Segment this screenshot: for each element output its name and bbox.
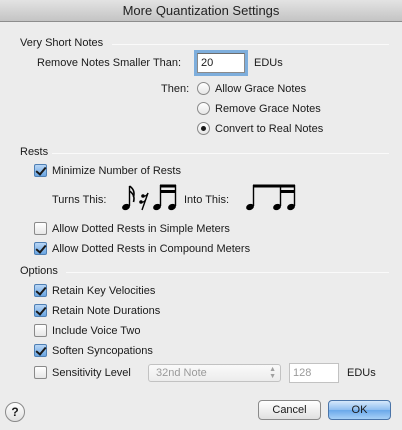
section-divider [66,272,389,273]
section-label-short-notes: Very Short Notes [20,37,104,49]
label-sensitivity[interactable]: Sensitivity Level [52,367,131,379]
label-dotted-simple[interactable]: Allow Dotted Rests in Simple Meters [52,223,230,235]
section-label-rests: Rests [20,146,49,158]
cancel-button[interactable]: Cancel [258,400,321,420]
sensitivity-select-value: 32nd Note [156,367,207,379]
sensitivity-edu-unit: EDUs [347,367,376,379]
checkbox-dotted-simple[interactable] [34,222,47,235]
label-minimize-rests[interactable]: Minimize Number of Rests [52,165,181,177]
checkbox-minimize-rests[interactable] [34,164,47,177]
into-this-label: Into This: [184,194,230,206]
radio-remove-grace-notes[interactable] [197,102,210,115]
remove-notes-label: Remove Notes Smaller Than: [37,57,182,69]
section-divider [52,153,389,154]
checkbox-dotted-compound[interactable] [34,242,47,255]
updown-arrows-icon: ▲ ▼ [269,366,276,380]
sensitivity-edu-input[interactable]: 128 [289,363,339,383]
label-voice-two[interactable]: Include Voice Two [52,325,140,337]
help-button[interactable]: ? [5,402,25,422]
radio-label-convert-real[interactable]: Convert to Real Notes [215,123,323,135]
radio-convert-real-notes[interactable] [197,122,210,135]
radio-label-remove-grace[interactable]: Remove Grace Notes [215,103,321,115]
window-title: More Quantization Settings [0,0,402,22]
label-soften-syncopations[interactable]: Soften Syncopations [52,345,153,357]
turns-this-label: Turns This: [52,194,107,206]
radio-allow-grace-notes[interactable] [197,82,210,95]
checkbox-retain-velocities[interactable] [34,284,47,297]
notation-after-icon [246,184,296,211]
checkbox-retain-durations[interactable] [34,304,47,317]
then-label: Then: [161,83,190,95]
checkbox-sensitivity[interactable] [34,366,47,379]
label-retain-durations[interactable]: Retain Note Durations [52,305,160,317]
checkbox-soften-syncopations[interactable] [34,344,47,357]
label-dotted-compound[interactable]: Allow Dotted Rests in Compound Meters [52,243,250,255]
sensitivity-select[interactable]: 32nd Note ▲ ▼ [148,364,281,382]
label-retain-velocities[interactable]: Retain Key Velocities [52,285,155,297]
radio-label-allow-grace[interactable]: Allow Grace Notes [215,83,306,95]
notation-before-icon [122,184,177,211]
checkbox-voice-two[interactable] [34,324,47,337]
section-divider [112,44,389,45]
section-label-options: Options [20,265,58,277]
ok-button[interactable]: OK [328,400,391,420]
remove-notes-input[interactable]: 20 [197,53,245,73]
remove-notes-unit: EDUs [254,57,283,69]
